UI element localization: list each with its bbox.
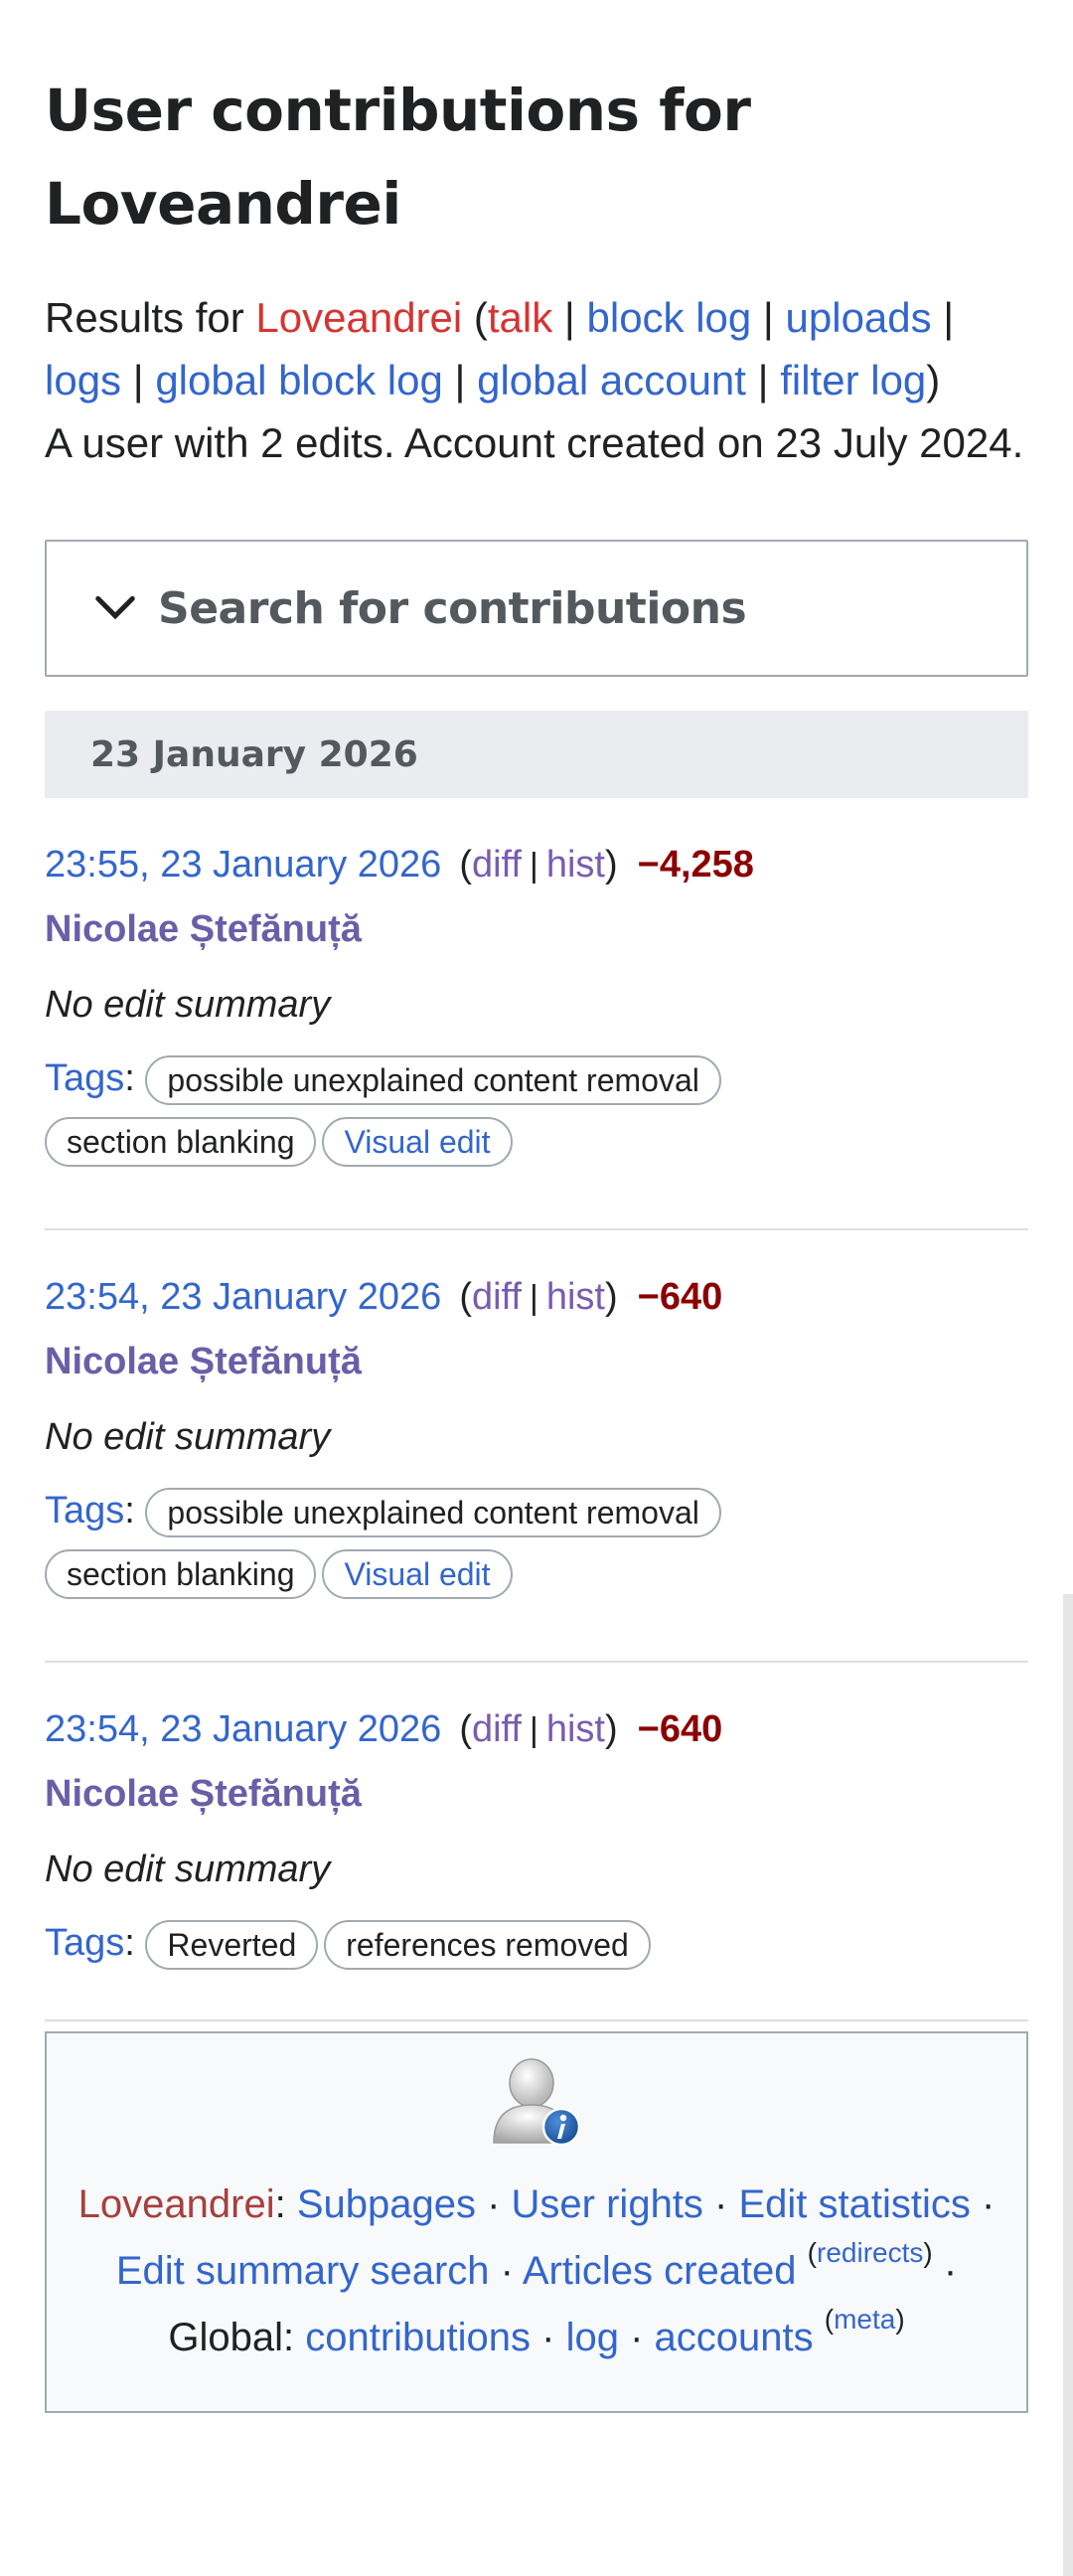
- tags-link[interactable]: Tags: [45, 1922, 124, 1964]
- subpages-link[interactable]: Subpages: [297, 2182, 476, 2226]
- user-rights-link[interactable]: User rights: [512, 2182, 703, 2226]
- tag-chip-link[interactable]: Visual edit: [322, 1117, 513, 1167]
- contribution-entry: 23:54, 23 January 2026 (diff | hist) −640 …: [45, 1663, 1028, 2021]
- articles-created-link[interactable]: Articles created: [523, 2249, 797, 2293]
- edit-summary-search-link[interactable]: Edit summary search: [116, 2249, 490, 2293]
- meta-link[interactable]: meta: [834, 2304, 895, 2334]
- block-log-link[interactable]: block log: [587, 294, 752, 341]
- tags-row: Tags: Reverted references removed: [45, 1914, 1028, 1976]
- diff-link[interactable]: diff: [472, 1708, 522, 1750]
- filter-log-link[interactable]: filter log: [780, 357, 926, 403]
- timestamp-link[interactable]: 23:54, 23 January 2026: [45, 1702, 441, 1756]
- hist-link[interactable]: hist: [546, 844, 605, 886]
- edit-summary: No edit summary: [45, 1849, 331, 1890]
- tags-link[interactable]: Tags: [45, 1057, 124, 1099]
- uploads-link[interactable]: uploads: [786, 294, 932, 341]
- tag-chip: section blanking: [45, 1549, 317, 1599]
- results-for: Results for Loveandrei (talk | block log…: [45, 294, 1024, 466]
- global-account-link[interactable]: global account: [477, 357, 746, 403]
- diff-link[interactable]: diff: [472, 1276, 522, 1318]
- tag-chip: possible unexplained content removal: [145, 1055, 721, 1105]
- page-link[interactable]: Nicolae Ștefănuță: [45, 1767, 1028, 1821]
- tags-row: Tags: possible unexplained content remov…: [45, 1482, 1028, 1605]
- page-link[interactable]: Nicolae Ștefănuță: [45, 902, 1028, 956]
- user-summary: A user with 2 edits. Account created on …: [45, 419, 1024, 466]
- page-title: User contributions for Loveandrei: [45, 77, 751, 238]
- page-content: User contributions for Loveandrei Result…: [45, 0, 1028, 2413]
- timestamp-link[interactable]: 23:55, 23 January 2026: [45, 838, 441, 891]
- talk-link[interactable]: talk: [488, 294, 552, 341]
- global-log-link[interactable]: log: [566, 2316, 619, 2359]
- global-block-log-link[interactable]: global block log: [155, 357, 443, 403]
- edit-summary: No edit summary: [45, 984, 331, 1026]
- chevron-down-icon: [95, 595, 135, 620]
- logs-link[interactable]: logs: [45, 357, 121, 403]
- hist-link[interactable]: hist: [546, 1276, 605, 1318]
- tags-link[interactable]: Tags: [45, 1490, 124, 1531]
- global-accounts-link[interactable]: accounts: [655, 2316, 814, 2359]
- edit-summary: No edit summary: [45, 1416, 331, 1458]
- page-link[interactable]: Nicolae Ștefănuță: [45, 1335, 1028, 1388]
- diff-link[interactable]: diff: [472, 844, 522, 886]
- username-link[interactable]: Loveandrei: [255, 294, 462, 341]
- tag-chip: references removed: [324, 1920, 651, 1970]
- scrollbar[interactable]: [1063, 1594, 1073, 2576]
- tag-chip: section blanking: [45, 1117, 317, 1167]
- global-contributions-link[interactable]: contributions: [305, 2316, 531, 2359]
- date-header: 23 January 2026: [45, 711, 1028, 798]
- tag-chip: Reverted: [145, 1920, 319, 1970]
- hist-link[interactable]: hist: [546, 1708, 605, 1750]
- tag-chip-link[interactable]: Visual edit: [322, 1549, 513, 1599]
- timestamp-link[interactable]: 23:54, 23 January 2026: [45, 1270, 441, 1324]
- user-info-icon: [493, 2058, 581, 2147]
- size-change: −4,258: [637, 844, 754, 886]
- size-change: −640: [637, 1276, 723, 1318]
- search-for-contributions-toggle[interactable]: Search for contributions: [45, 540, 1028, 677]
- contribution-entry: 23:55, 23 January 2026 (diff | hist) −4,25…: [45, 798, 1028, 1230]
- redirects-link[interactable]: redirects: [817, 2237, 923, 2268]
- contribution-entry: 23:54, 23 January 2026 (diff | hist) −640 …: [45, 1230, 1028, 1663]
- user-tools-box: Loveandrei: Subpages · User rights · Edi…: [45, 2031, 1028, 2413]
- search-for-contributions-label: Search for contributions: [158, 582, 747, 634]
- footer-username-link[interactable]: Loveandrei: [78, 2182, 275, 2226]
- tag-chip: possible unexplained content removal: [145, 1488, 721, 1537]
- size-change: −640: [637, 1708, 723, 1750]
- tags-row: Tags: possible unexplained content remov…: [45, 1049, 1028, 1173]
- edit-statistics-link[interactable]: Edit statistics: [738, 2182, 970, 2226]
